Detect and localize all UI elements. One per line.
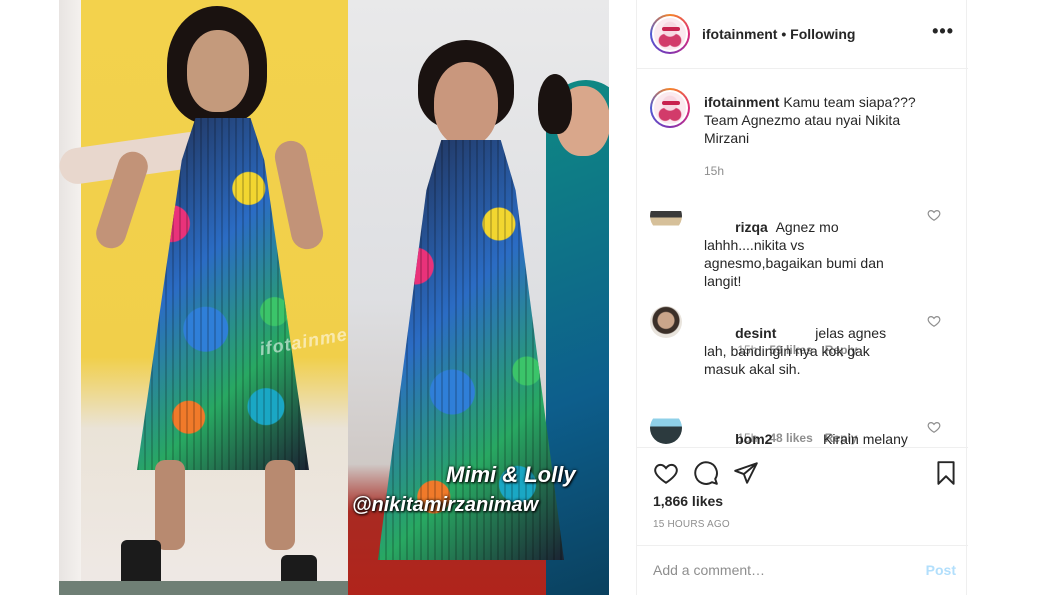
more-options-icon[interactable]: ••• bbox=[932, 22, 954, 40]
comment-input[interactable] bbox=[653, 562, 903, 578]
post-button[interactable]: Post bbox=[926, 562, 956, 578]
post-header: ifotainment • Following ••• bbox=[637, 0, 968, 69]
comment-icon[interactable] bbox=[693, 460, 719, 486]
heart-icon[interactable] bbox=[653, 460, 679, 486]
comment-heart-icon[interactable] bbox=[927, 420, 941, 434]
following-button[interactable]: Following bbox=[790, 26, 855, 42]
avatar[interactable] bbox=[650, 412, 682, 444]
comment-username[interactable]: rizqa bbox=[735, 219, 768, 235]
avatar[interactable] bbox=[650, 200, 682, 232]
post-image[interactable]: ifotainment Mimi & Lolly @nikitamirzanim… bbox=[59, 0, 609, 595]
post-sidebar: ifotainment • Following ••• ifotainment … bbox=[636, 0, 968, 595]
avatar[interactable] bbox=[650, 88, 690, 128]
comment-username[interactable]: desint bbox=[735, 325, 776, 341]
avatar[interactable] bbox=[650, 306, 682, 338]
comment-text: Agnez mo lahhh....nikita vs agnesmo,baga… bbox=[704, 219, 888, 289]
add-comment-bar: Post bbox=[637, 545, 968, 595]
share-icon[interactable] bbox=[733, 460, 759, 486]
caption-time[interactable]: 15h bbox=[704, 164, 724, 178]
comment-heart-icon[interactable] bbox=[927, 314, 941, 328]
post-actions: 1,866 likes 15 HOURS AGO bbox=[637, 447, 968, 547]
caption-username[interactable]: ifotainment bbox=[704, 94, 779, 110]
photo-left: ifotainment bbox=[59, 0, 348, 595]
overlay-caption-handle: @nikitamirzanimaw bbox=[352, 494, 539, 516]
header-username[interactable]: ifotainment bbox=[702, 26, 777, 42]
bookmark-icon[interactable] bbox=[933, 460, 959, 486]
likes-count[interactable]: 1,866 likes bbox=[653, 493, 723, 509]
overlay-caption-names: Mimi & Lolly bbox=[446, 462, 576, 487]
avatar[interactable] bbox=[650, 14, 690, 54]
separator-dot: • bbox=[781, 26, 787, 42]
post-timestamp[interactable]: 15 HOURS AGO bbox=[653, 519, 730, 530]
comment-username[interactable]: bom2 bbox=[735, 431, 772, 447]
photo-right: Mimi & Lolly @nikitamirzanimaw bbox=[348, 0, 609, 595]
comment-text: jelas agnes lah, bandingin nya kok gak m… bbox=[704, 325, 890, 377]
comment-heart-icon[interactable] bbox=[927, 208, 941, 222]
comments-list[interactable]: ifotainment Kamu team siapa??? Team Agne… bbox=[637, 70, 968, 447]
